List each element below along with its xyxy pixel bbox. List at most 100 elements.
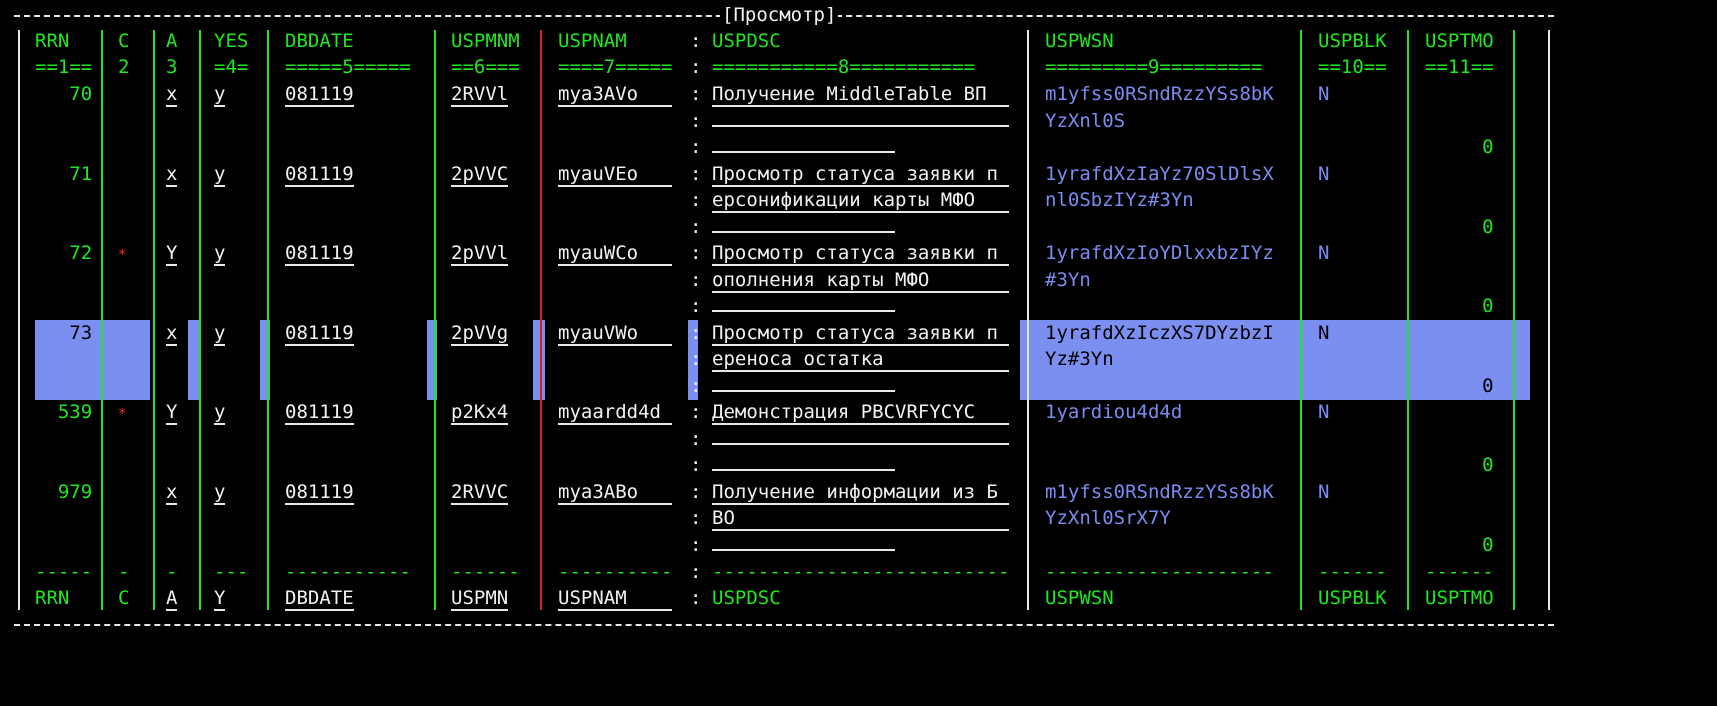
row-field-a[interactable]: x (166, 161, 178, 187)
row-field-uspdsc[interactable] (712, 293, 896, 319)
row-field-uspdsc-value[interactable]: ополнения карты МФО (712, 269, 1010, 293)
row-field-uspmnm-value[interactable]: p2Kx4 (451, 401, 509, 425)
row-field-dbdate-value[interactable]: 081119 (285, 163, 354, 187)
row-rrn[interactable]: 70 (35, 81, 92, 107)
row-field-uspdsc[interactable]: Просмотр статуса заявки п (712, 161, 1010, 187)
row-field-yes[interactable]: y (214, 320, 226, 346)
row-rrn[interactable]: 979 (35, 479, 92, 505)
row-field-yes-value[interactable]: y (214, 481, 226, 505)
footer-label-uspblk[interactable]: USPBLK (1318, 585, 1387, 611)
row-field-uspdsc[interactable]: Просмотр статуса заявки п (712, 320, 1010, 346)
row-field-yes-value[interactable]: y (214, 83, 226, 107)
row-field-uspmnm[interactable]: 2pVVg (451, 320, 509, 346)
row-field-yes-value[interactable]: y (214, 401, 226, 425)
column-header-sep[interactable]: : (690, 28, 701, 54)
footer-label-dbdate-value[interactable]: DBDATE (285, 587, 354, 611)
row-field-dbdate[interactable]: 081119 (285, 399, 354, 425)
row-field-a-value[interactable]: x (166, 83, 178, 107)
row-field-uspdsc[interactable]: ополнения карты МФО (712, 267, 1010, 293)
row-field-yes[interactable]: y (214, 81, 226, 107)
footer-label-c[interactable]: C (118, 585, 129, 611)
row-field-uspnam[interactable]: myauVEo (558, 161, 673, 187)
row-field-uspdsc[interactable]: Просмотр статуса заявки п (712, 240, 1010, 266)
row-field-a-value[interactable]: x (166, 481, 178, 505)
row-field-yes[interactable]: y (214, 399, 226, 425)
row-field-dbdate[interactable]: 081119 (285, 240, 354, 266)
row-field-uspdsc[interactable] (712, 452, 896, 478)
row-field-a-value[interactable]: Y (166, 242, 178, 266)
row-field-uspdsc-value[interactable]: Получение MiddleTable ВП (712, 83, 1010, 107)
row-field-uspmnm[interactable]: 2pVVl (451, 240, 509, 266)
row-field-a-value[interactable]: x (166, 322, 178, 346)
column-header-uspnam[interactable]: USPNAM (558, 28, 627, 54)
footer-label-yes[interactable]: Y (214, 585, 226, 611)
row-field-a[interactable]: x (166, 81, 178, 107)
row-rrn[interactable]: 71 (35, 161, 92, 187)
row-field-uspdsc-value[interactable]: Просмотр статуса заявки п (712, 322, 1010, 346)
row-field-uspdsc[interactable]: Получение MiddleTable ВП (712, 81, 1010, 107)
row-field-uspdsc[interactable] (712, 214, 896, 240)
row-field-uspnam[interactable]: mya3ABo (558, 479, 673, 505)
row-field-dbdate[interactable]: 081119 (285, 320, 354, 346)
row-field-uspmnm-value[interactable]: 2RVVC (451, 481, 509, 505)
column-header-uspblk[interactable]: USPBLK (1318, 28, 1387, 54)
row-field-uspdsc[interactable] (712, 108, 1010, 134)
row-field-uspnam[interactable]: mya3AVo (558, 81, 673, 107)
footer-label-uspwsn[interactable]: USPWSN (1045, 585, 1114, 611)
footer-label-a-value[interactable]: A (166, 587, 178, 611)
footer-label-uspnam-value[interactable]: USPNAM (558, 587, 673, 611)
footer-label-yes-value[interactable]: Y (214, 587, 226, 611)
row-field-a-value[interactable]: x (166, 163, 178, 187)
row-field-uspdsc[interactable]: ереноса остатка (712, 346, 1010, 372)
row-field-yes[interactable]: y (214, 479, 226, 505)
footer-label-usptmo[interactable]: USPTMO (1425, 585, 1494, 611)
row-field-yes-value[interactable]: y (214, 322, 226, 346)
row-field-uspdsc-value[interactable] (712, 124, 1010, 127)
footer-label-uspmnm[interactable]: USPMN (451, 585, 509, 611)
footer-label-uspdsc[interactable]: USPDSC (712, 585, 781, 611)
footer-label-uspmnm-value[interactable]: USPMN (451, 587, 509, 611)
row-field-yes-value[interactable]: y (214, 163, 226, 187)
row-field-uspdsc-value[interactable]: ВО (712, 507, 1010, 531)
row-field-uspdsc-value[interactable] (712, 548, 896, 551)
row-field-yes[interactable]: y (214, 161, 226, 187)
row-field-a[interactable]: Y (166, 240, 178, 266)
row-field-uspmnm[interactable]: p2Kx4 (451, 399, 509, 425)
row-field-a[interactable]: x (166, 479, 178, 505)
row-field-uspmnm-value[interactable]: 2pVVC (451, 163, 509, 187)
row-field-uspmnm-value[interactable]: 2pVVl (451, 242, 509, 266)
row-field-uspdsc[interactable] (712, 373, 896, 399)
footer-label-uspnam[interactable]: USPNAM (558, 585, 673, 611)
row-field-uspdsc-value[interactable]: ереноса остатка (712, 348, 1010, 372)
footer-label-sep[interactable]: : (690, 585, 701, 611)
row-field-uspdsc-value[interactable] (712, 389, 896, 392)
column-header-yes[interactable]: YES (214, 28, 248, 54)
row-field-uspmnm[interactable]: 2pVVC (451, 161, 509, 187)
row-field-dbdate[interactable]: 081119 (285, 161, 354, 187)
row-field-uspdsc[interactable]: Получение информации из Б (712, 479, 1010, 505)
row-field-uspdsc-value[interactable] (712, 151, 896, 153)
row-field-uspdsc-value[interactable] (712, 442, 1010, 445)
row-rrn[interactable]: 73 (35, 320, 92, 346)
row-field-a[interactable]: x (166, 320, 178, 346)
row-field-uspnam-value[interactable]: myauWCo (558, 242, 673, 266)
row-field-uspdsc[interactable] (712, 134, 896, 160)
column-header-usptmo[interactable]: USPTMO (1425, 28, 1494, 54)
footer-label-a[interactable]: A (166, 585, 178, 611)
column-header-uspmnm[interactable]: USPMNM (451, 28, 520, 54)
row-field-dbdate-value[interactable]: 081119 (285, 401, 354, 425)
row-field-uspdsc[interactable] (712, 532, 896, 558)
row-field-uspdsc-value[interactable]: Получение информации из Б (712, 481, 1010, 505)
row-rrn[interactable]: 72 (35, 240, 92, 266)
column-header-dbdate[interactable]: DBDATE (285, 28, 354, 54)
row-field-uspnam-value[interactable]: myauVWo (558, 322, 673, 346)
row-field-uspdsc[interactable]: ВО (712, 505, 1010, 531)
row-field-uspdsc[interactable]: Демонстрация PBCVRFYCYC (712, 399, 1010, 425)
row-field-uspnam-value[interactable]: mya3ABo (558, 481, 673, 505)
row-field-dbdate-value[interactable]: 081119 (285, 481, 354, 505)
column-header-uspwsn[interactable]: USPWSN (1045, 28, 1114, 54)
row-field-dbdate-value[interactable]: 081119 (285, 242, 354, 266)
row-field-dbdate-value[interactable]: 081119 (285, 322, 354, 346)
row-field-uspmnm[interactable]: 2RVVC (451, 479, 509, 505)
row-field-yes-value[interactable]: y (214, 242, 226, 266)
